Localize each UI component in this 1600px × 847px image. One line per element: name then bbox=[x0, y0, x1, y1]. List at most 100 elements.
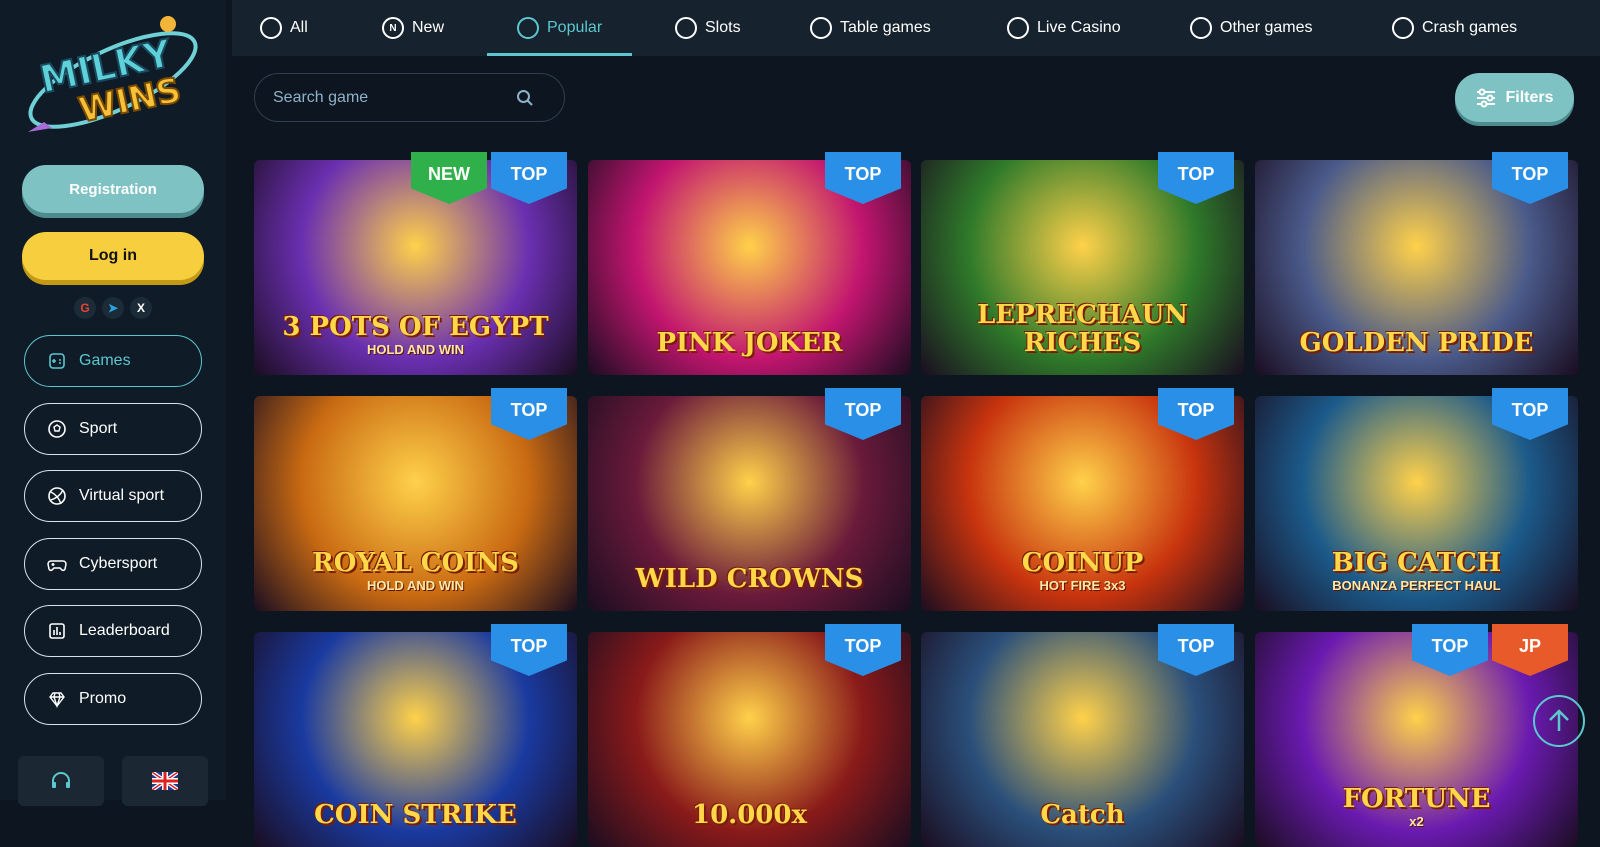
support-button[interactable] bbox=[18, 756, 104, 806]
game-title: FORTUNE x2 bbox=[1342, 784, 1491, 847]
game-card[interactable]: Catch TOP bbox=[921, 624, 1244, 847]
sidebar-item-label: Games bbox=[79, 352, 131, 369]
sidebar-item-label: Sport bbox=[79, 419, 118, 437]
crash-games-icon bbox=[1392, 17, 1414, 39]
game-subtitle: HOT FIRE 3x3 bbox=[1039, 578, 1126, 594]
game-category-tabs: All N New Popular Slots Table games Live Casin… bbox=[232, 0, 1600, 56]
sidebar-item-sport[interactable]: Sport bbox=[24, 402, 202, 455]
sidebar-item-label: Promo bbox=[79, 689, 127, 707]
game-card[interactable]: PINK JOKER TOP bbox=[588, 152, 911, 375]
game-card[interactable]: LEPRECHAUN RICHES TOP bbox=[921, 152, 1244, 375]
game-title: COINUP HOT FIRE 3x3 bbox=[1021, 548, 1144, 611]
game-card[interactable]: ROYAL COINS HOLD AND WIN TOP bbox=[254, 388, 577, 611]
tab-label: Slots bbox=[705, 19, 741, 36]
sidebar-item-leaderboard[interactable]: Leaderboard bbox=[24, 605, 202, 657]
game-title: ROYAL COINS HOLD AND WIN bbox=[312, 548, 519, 611]
tab-other-games[interactable]: Other games bbox=[1190, 0, 1312, 56]
game-title-text: GOLDEN PRIDE bbox=[1299, 327, 1534, 358]
game-card[interactable]: GOLDEN PRIDE TOP bbox=[1255, 152, 1578, 375]
sidebar-item-promo[interactable]: Promo bbox=[24, 672, 202, 725]
controller-icon bbox=[47, 554, 67, 574]
live-casino-icon bbox=[1007, 17, 1029, 39]
game-card[interactable]: FORTUNE x2 TOP JP bbox=[1255, 624, 1578, 847]
diamond-icon bbox=[47, 689, 67, 709]
game-title: PINK JOKER bbox=[656, 327, 843, 375]
game-title-text: WILD CROWNS bbox=[635, 563, 864, 594]
language-button[interactable] bbox=[122, 756, 208, 806]
arrow-up-icon bbox=[1549, 709, 1569, 731]
game-title-text: FORTUNE bbox=[1342, 784, 1491, 815]
sidebar-bottom-buttons bbox=[18, 756, 208, 806]
telegram-icon: ➤ bbox=[107, 301, 119, 315]
sidebar-item-label: Cybersport bbox=[79, 554, 158, 572]
virtual-ball-icon bbox=[47, 486, 67, 506]
game-title-text: BIG CATCH bbox=[1331, 548, 1502, 579]
tab-all[interactable]: All bbox=[260, 0, 308, 56]
game-card[interactable]: 10.000x TOP bbox=[588, 624, 911, 847]
tab-crash-games[interactable]: Crash games bbox=[1392, 0, 1517, 56]
game-title-text: ROYAL COINS bbox=[312, 548, 519, 579]
slots-icon bbox=[675, 17, 697, 39]
tab-new[interactable]: N New bbox=[382, 0, 444, 56]
other-games-icon bbox=[1190, 17, 1212, 39]
game-title-text: Catch bbox=[1040, 799, 1125, 830]
grid-icon bbox=[260, 17, 282, 39]
game-title-text: 10.000x bbox=[691, 799, 807, 830]
registration-button[interactable]: Registration bbox=[22, 165, 204, 213]
game-subtitle: BONANZA PERFECT HAUL bbox=[1332, 578, 1501, 594]
game-title: COIN STRIKE bbox=[314, 799, 517, 847]
milky-wins-logo[interactable]: MILKY WINS bbox=[18, 10, 208, 140]
sliders-icon bbox=[1477, 88, 1496, 107]
game-card[interactable]: 3 POTS OF EGYPT HOLD AND WIN NEW TOP bbox=[254, 152, 577, 375]
game-title-text: COINUP bbox=[1021, 548, 1144, 579]
tab-label: Crash games bbox=[1422, 19, 1518, 36]
tab-label: New bbox=[412, 19, 445, 36]
sidebar-item-label: Leaderboard bbox=[79, 622, 170, 639]
game-title: 3 POTS OF EGYPT HOLD AND WIN bbox=[282, 312, 549, 375]
game-subtitle: HOLD AND WIN bbox=[366, 578, 464, 594]
search-box bbox=[254, 73, 565, 122]
game-title: WILD CROWNS bbox=[635, 563, 864, 611]
filters-label: Filters bbox=[1505, 88, 1554, 106]
tab-popular[interactable]: Popular bbox=[487, 0, 633, 56]
tab-slots[interactable]: Slots bbox=[675, 0, 741, 56]
social-login-google[interactable]: G bbox=[74, 297, 96, 319]
game-title: BIG CATCH BONANZA PERFECT HAUL bbox=[1331, 548, 1502, 611]
tab-label: Table games bbox=[840, 19, 931, 36]
game-card[interactable]: COIN STRIKE TOP bbox=[254, 624, 577, 847]
headset-icon bbox=[52, 772, 70, 788]
social-login-x[interactable]: X bbox=[130, 297, 152, 319]
sidebar: MILKY WINS Registration Log in G ➤ X Games… bbox=[0, 0, 226, 806]
game-title: LEPRECHAUN RICHES bbox=[921, 302, 1244, 375]
game-title: Catch bbox=[1040, 799, 1125, 847]
tab-label: All bbox=[290, 19, 308, 36]
new-icon: N bbox=[382, 17, 404, 39]
login-button[interactable]: Log in bbox=[22, 232, 204, 280]
game-card[interactable]: WILD CROWNS TOP bbox=[588, 388, 911, 611]
popular-icon bbox=[517, 17, 539, 39]
game-subtitle: x2 bbox=[1409, 814, 1424, 830]
search-input[interactable] bbox=[273, 88, 513, 107]
filters-button[interactable]: Filters bbox=[1455, 73, 1574, 122]
sidebar-item-cybersport[interactable]: Cybersport bbox=[24, 537, 202, 590]
search-icon[interactable] bbox=[516, 89, 534, 107]
google-icon: G bbox=[80, 301, 90, 315]
game-title-text: 3 POTS OF EGYPT bbox=[282, 312, 549, 343]
social-login-telegram[interactable]: ➤ bbox=[102, 297, 124, 319]
uk-flag-icon bbox=[152, 772, 178, 790]
game-title-text: COIN STRIKE bbox=[314, 799, 517, 830]
sidebar-item-games[interactable]: Games bbox=[24, 335, 202, 387]
game-title-text: PINK JOKER bbox=[656, 327, 843, 358]
tab-label: Other games bbox=[1220, 19, 1313, 36]
scroll-to-top-button[interactable] bbox=[1533, 695, 1585, 747]
sidebar-item-virtual-sport[interactable]: Virtual sport bbox=[24, 470, 202, 522]
tab-table-games[interactable]: Table games bbox=[810, 0, 931, 56]
game-title: GOLDEN PRIDE bbox=[1299, 327, 1534, 375]
game-title-text: LEPRECHAUN RICHES bbox=[977, 300, 1188, 358]
tab-live-casino[interactable]: Live Casino bbox=[1007, 0, 1121, 56]
gamepad-icon bbox=[47, 351, 67, 371]
social-login-list: G ➤ X bbox=[74, 297, 152, 319]
game-card[interactable]: COINUP HOT FIRE 3x3 TOP bbox=[921, 388, 1244, 611]
game-card[interactable]: BIG CATCH BONANZA PERFECT HAUL TOP bbox=[1255, 388, 1578, 611]
game-subtitle: HOLD AND WIN bbox=[366, 342, 464, 358]
